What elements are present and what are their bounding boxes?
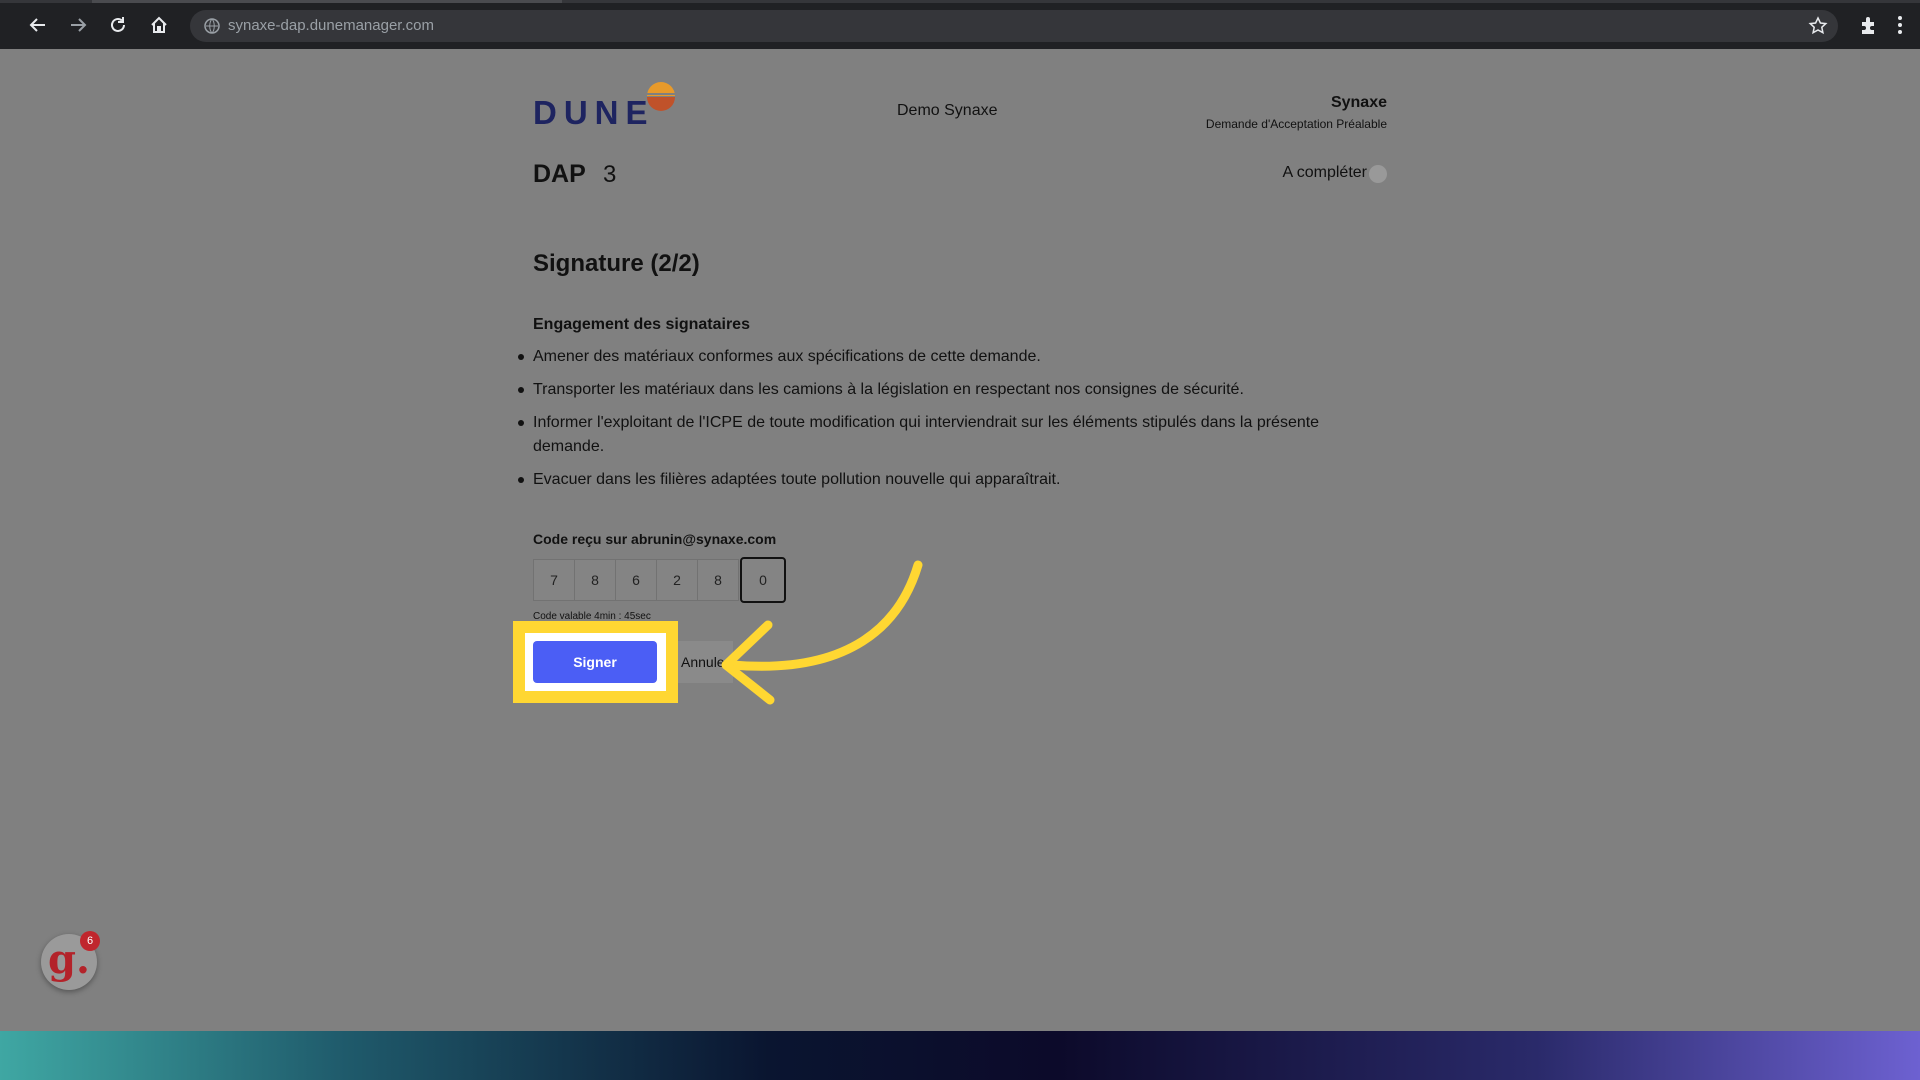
logo-text: DUNE	[533, 94, 655, 131]
commitments-title: Engagement des signataires	[533, 316, 750, 333]
extensions-puzzle-icon[interactable]	[1858, 14, 1880, 36]
list-item: Evacuer dans les filières adaptées toute…	[518, 468, 1353, 492]
kebab-menu-icon[interactable]	[1896, 14, 1904, 36]
code-digit-input[interactable]: 6	[616, 559, 657, 601]
url-text: synaxe-dap.dunemanager.com	[228, 17, 434, 34]
status-text: A compléter	[1282, 164, 1367, 181]
list-item: Amener des matériaux conformes aux spéci…	[518, 345, 1353, 369]
code-digit-input[interactable]: 2	[657, 559, 698, 601]
commitment-text: Informer l'exploitant de l'ICPE de toute…	[533, 414, 1320, 455]
bookmark-star-icon[interactable]	[1808, 16, 1828, 36]
guide-widget-button[interactable]: g. 6	[41, 931, 100, 990]
status-indicator	[1369, 165, 1387, 183]
commitment-text: Evacuer dans les filières adaptées toute…	[533, 471, 1061, 488]
pointer-arrow-icon	[721, 560, 923, 705]
sign-button[interactable]: Signer	[533, 641, 657, 683]
notification-badge: 6	[80, 931, 100, 951]
commitment-text: Amener des matériaux conformes aux spéci…	[533, 348, 1041, 365]
list-item: Informer l'exploitant de l'ICPE de toute…	[518, 411, 1353, 459]
active-tab-indicator	[92, 0, 562, 3]
code-digit-input[interactable]: 8	[575, 559, 616, 601]
dune-logo: DUNE	[533, 80, 678, 131]
arrow-right-icon	[71, 18, 87, 32]
client-name: Synaxe	[1330, 94, 1387, 111]
list-item: Transporter les matériaux dans les camio…	[518, 378, 1353, 402]
forward-button[interactable]	[64, 11, 92, 39]
bullet-icon	[518, 354, 524, 360]
browser-toolbar: synaxe-dap.dunemanager.com	[0, 0, 1920, 49]
dap-number: 3	[603, 161, 617, 188]
arrow-left-icon	[29, 18, 45, 32]
reload-button[interactable]	[104, 11, 132, 39]
site-info-icon[interactable]	[204, 18, 220, 34]
bullet-icon	[518, 420, 524, 426]
bullet-icon	[518, 387, 524, 393]
home-icon	[151, 16, 167, 33]
sun-logo-icon	[647, 82, 675, 111]
code-label: Code reçu sur abrunin@synaxe.com	[533, 531, 777, 547]
commitments-list: Amener des matériaux conformes aux spéci…	[518, 345, 1353, 501]
code-digit-input[interactable]: 7	[533, 559, 575, 601]
client-subtitle: Demande d'Acceptation Préalable	[1205, 117, 1387, 131]
section-title: Signature (2/2)	[533, 250, 700, 277]
reload-icon	[111, 17, 125, 32]
home-button[interactable]	[145, 11, 173, 39]
address-bar[interactable]: synaxe-dap.dunemanager.com	[190, 10, 1838, 42]
company-name: Demo Synaxe	[897, 102, 998, 119]
decorative-footer-band	[0, 1031, 1920, 1080]
commitment-text: Transporter les matériaux dans les camio…	[533, 381, 1244, 398]
back-button[interactable]	[24, 11, 52, 39]
bullet-icon	[518, 477, 524, 483]
dap-label: DAP	[533, 160, 586, 188]
